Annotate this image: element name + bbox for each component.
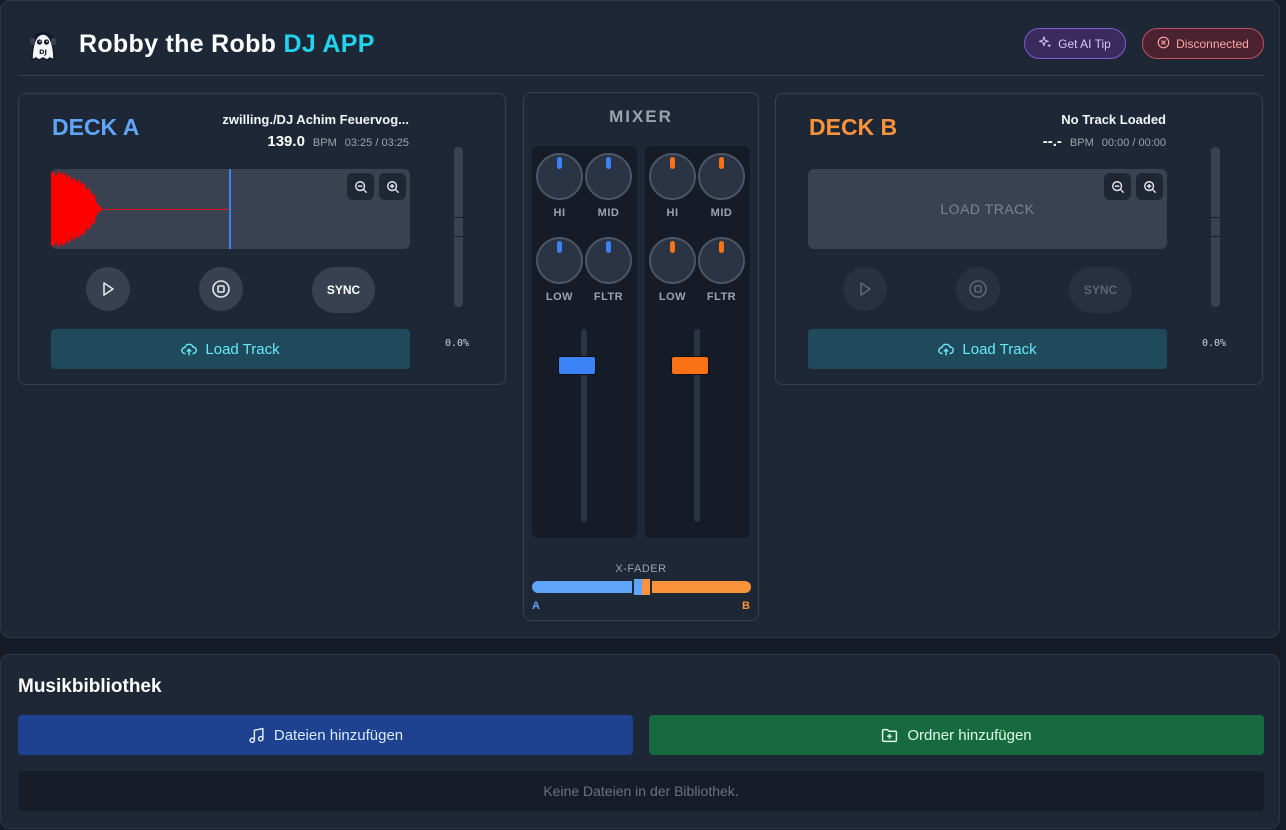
svg-text:DJ: DJ — [39, 48, 47, 56]
knob-label-filter: FLTR — [593, 291, 624, 303]
mixer-channel-b: HI MID LOW FLTR — [645, 146, 750, 538]
stop-circle-icon — [212, 280, 230, 298]
knob-label-mid: MID — [597, 207, 620, 219]
add-folder-label: Ordner hinzufügen — [907, 726, 1032, 744]
deck-a: DECK A zwilling./DJ Achim Feuervog... 13… — [18, 93, 506, 385]
crossfader-a-label: A — [532, 600, 540, 612]
app-title-main: Robby the Robb — [79, 30, 277, 58]
crossfader-b-fill — [641, 581, 751, 593]
deck-b-sync-button[interactable]: SYNC — [1069, 267, 1132, 313]
add-folder-button[interactable]: Ordner hinzufügen — [649, 715, 1264, 755]
deck-a-sync-button[interactable]: SYNC — [312, 267, 375, 313]
connection-status-button[interactable]: Disconnected — [1142, 28, 1264, 59]
knob-label-low: LOW — [658, 291, 687, 303]
add-files-label: Dateien hinzufügen — [273, 726, 404, 744]
play-icon — [103, 282, 114, 296]
deck-b-bpm-value: --.- — [1042, 133, 1062, 150]
app-header: DJ Robby the Robb DJ APP Get AI Tip Disc… — [19, 1, 1264, 76]
deck-a-bpm-label: BPM — [312, 137, 337, 149]
crossfader-handle[interactable] — [632, 579, 652, 595]
app-title: Robby the Robb DJ APP — [79, 30, 375, 59]
deck-b-track-meta: --.- BPM 00:00 / 00:00 — [1043, 133, 1166, 150]
deck-a-pitch-value: 0.0% — [445, 338, 470, 349]
deck-a-track-meta: 139.0 BPM 03:25 / 03:25 — [267, 133, 409, 150]
get-ai-tip-button[interactable]: Get AI Tip — [1024, 28, 1126, 59]
mixer-title: MIXER — [609, 107, 673, 126]
deck-a-load-label: Load Track — [205, 340, 280, 358]
crossfader-b-label: B — [742, 600, 750, 612]
get-ai-tip-label: Get AI Tip — [1058, 36, 1111, 51]
deck-a-waveform[interactable] — [51, 169, 410, 249]
deck-b-bpm-label: BPM — [1069, 137, 1094, 149]
sparkles-icon — [1039, 35, 1052, 52]
add-files-button[interactable]: Dateien hinzufügen — [18, 715, 633, 755]
deck-b-load-track-button[interactable]: Load Track — [808, 329, 1167, 369]
deck-a-pitch-center — [454, 217, 463, 237]
deck-b-waveform-placeholder: LOAD TRACK — [940, 201, 1035, 217]
play-icon — [860, 282, 871, 296]
deck-a-play-button[interactable] — [86, 267, 130, 311]
zoom-out-button[interactable] — [347, 173, 374, 200]
zoom-out-icon — [1111, 180, 1124, 193]
deck-a-track-name: zwilling./DJ Achim Feuervog... — [222, 112, 409, 127]
x-circle-icon — [1157, 36, 1170, 52]
zoom-in-button[interactable] — [379, 173, 406, 200]
deck-a-cue-button[interactable] — [199, 267, 243, 311]
channel-b-volume-fader[interactable] — [671, 356, 709, 375]
channel-b-filter-knob[interactable] — [698, 237, 745, 284]
mixer-panel: MIXER HI MID LOW FLTR HI MID LOW FLTR X-… — [523, 92, 759, 621]
channel-b-hi-knob[interactable] — [649, 153, 696, 200]
channel-a-filter-knob[interactable] — [585, 237, 632, 284]
knob-label-filter: FLTR — [706, 291, 737, 303]
deck-b-load-label: Load Track — [962, 340, 1037, 358]
cloud-upload-icon — [181, 343, 198, 356]
deck-a-time: 03:25 / 03:25 — [344, 137, 409, 149]
library-title: Musikbibliothek — [18, 676, 162, 697]
cloud-upload-icon — [938, 343, 955, 356]
zoom-in-icon — [1143, 180, 1156, 193]
zoom-out-icon — [354, 180, 367, 193]
channel-b-low-knob[interactable] — [649, 237, 696, 284]
stop-circle-icon — [969, 280, 987, 298]
deck-b-waveform[interactable]: LOAD TRACK — [808, 169, 1167, 249]
channel-a-low-knob[interactable] — [536, 237, 583, 284]
deck-b-pitch-center — [1211, 217, 1220, 237]
zoom-in-button[interactable] — [1136, 173, 1163, 200]
robot-dj-icon: DJ — [25, 27, 61, 63]
channel-a-volume-fader[interactable] — [558, 356, 596, 375]
music-library-panel: Musikbibliothek Dateien hinzufügen Ordne… — [0, 654, 1280, 829]
zoom-out-button[interactable] — [1104, 173, 1131, 200]
deck-b-play-button[interactable] — [843, 267, 887, 311]
deck-b-title: DECK B — [809, 114, 898, 140]
crossfader-label: X-FADER — [615, 563, 667, 575]
knob-label-hi: HI — [553, 207, 566, 219]
folder-plus-icon — [882, 728, 898, 742]
mixer-channel-a: HI MID LOW FLTR — [532, 146, 637, 538]
deck-a-bpm-value: 139.0 — [267, 133, 305, 150]
knob-label-low: LOW — [545, 291, 574, 303]
knob-label-mid: MID — [710, 207, 733, 219]
knob-label-hi: HI — [666, 207, 679, 219]
music-note-icon — [249, 727, 264, 743]
channel-a-hi-knob[interactable] — [536, 153, 583, 200]
deck-b: DECK B No Track Loaded --.- BPM 00:00 / … — [775, 93, 1263, 385]
zoom-in-icon — [386, 180, 399, 193]
deck-b-track-name: No Track Loaded — [1061, 112, 1166, 127]
crossfader-a-fill — [532, 581, 642, 593]
connection-status-label: Disconnected — [1176, 36, 1249, 51]
deck-b-cue-button[interactable] — [956, 267, 1000, 311]
deck-a-load-track-button[interactable]: Load Track — [51, 329, 410, 369]
channel-b-mid-knob[interactable] — [698, 153, 745, 200]
library-empty-message: Keine Dateien in der Bibliothek. — [18, 771, 1264, 811]
dj-app-panel: DJ Robby the Robb DJ APP Get AI Tip Disc… — [0, 0, 1280, 638]
deck-a-title: DECK A — [52, 114, 140, 140]
channel-a-mid-knob[interactable] — [585, 153, 632, 200]
app-title-accent: DJ APP — [283, 30, 375, 58]
deck-b-pitch-value: 0.0% — [1202, 338, 1227, 349]
deck-b-time: 00:00 / 00:00 — [1101, 137, 1166, 149]
